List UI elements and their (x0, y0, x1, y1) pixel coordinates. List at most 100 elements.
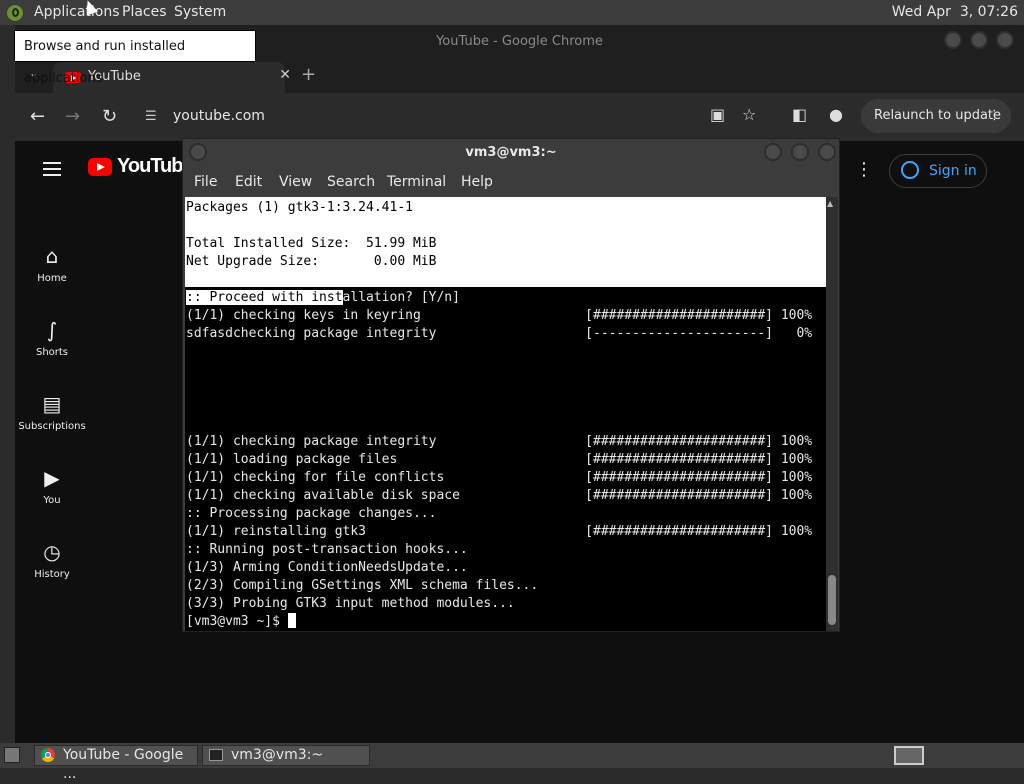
terminal-window: vm3@vm3:~ File Edit View Search Terminal… (182, 138, 840, 632)
terminal-menu-view[interactable]: View (279, 174, 312, 190)
chrome-icon (41, 748, 55, 762)
terminal-line (186, 415, 812, 433)
site-info-icon[interactable]: ☰ (145, 109, 157, 124)
workspace-switcher[interactable] (894, 746, 924, 765)
sidebar-item-shorts[interactable]: ∫ Shorts (15, 319, 89, 358)
terminal-line (186, 343, 812, 361)
terminal-titlebar: vm3@vm3:~ (183, 139, 839, 167)
chrome-menu-icon[interactable]: ⋮ (988, 99, 1001, 133)
back-arrow-icon[interactable]: ← (30, 106, 45, 127)
maximize-icon[interactable] (970, 31, 988, 49)
text-cursor (287, 613, 296, 628)
terminal-line (186, 217, 812, 235)
chrome-toolbar: ← → ↻ ☰ youtube.com ▣ ☆ ◧ ● Relaunch to … (15, 93, 1024, 141)
show-desktop-icon[interactable] (4, 747, 20, 763)
applications-tooltip: Browse and run installed applications (14, 30, 256, 86)
terminal-lines: Packages (1) gtk3-1:3.24.41-1 Total Inst… (186, 199, 812, 631)
sidebar-item-label: You (43, 495, 61, 506)
terminal-menu-terminal[interactable]: Terminal (387, 174, 446, 190)
minimize-icon[interactable] (944, 31, 962, 49)
scrollbar-thumb[interactable] (828, 575, 836, 625)
shorts-icon: ∫ (46, 318, 58, 342)
terminal-menu-edit[interactable]: Edit (235, 174, 262, 190)
selected-text: :: Proceed with inst (186, 290, 343, 305)
sign-in-label: Sign in (929, 163, 977, 179)
clock[interactable]: Wed Apr 3, 07:26 (892, 4, 1018, 20)
distro-logo-icon[interactable] (6, 4, 24, 22)
terminal-output[interactable]: Packages (1) gtk3-1:3.24.41-1 Total Inst… (185, 197, 826, 631)
terminal-line (186, 361, 812, 379)
terminal-window-menu-icon[interactable] (189, 143, 207, 161)
url-text[interactable]: youtube.com (173, 108, 265, 124)
terminal-line (186, 271, 812, 289)
sidebar-item-home[interactable]: ⌂ Home (15, 245, 89, 284)
terminal-line (186, 397, 812, 415)
terminal-title: vm3@vm3:~ (465, 145, 557, 160)
relaunch-label: Relaunch to update (874, 108, 1002, 123)
you-icon: ▶ (44, 466, 60, 490)
sidebar-item-history[interactable]: ◷ History (15, 541, 89, 580)
home-icon: ⌂ (45, 244, 59, 268)
applications-menu[interactable]: Applications (34, 4, 120, 20)
terminal-prompt-line[interactable]: [vm3@vm3 ~]$ (186, 613, 812, 631)
taskbar-item-label: YouTube - Google ... (63, 747, 184, 782)
relaunch-to-update-button[interactable]: Relaunch to update ⋮ (861, 99, 1011, 133)
terminal-line: Packages (1) gtk3-1:3.24.41-1 (186, 200, 413, 215)
guide-menu-icon[interactable] (43, 162, 61, 164)
scroll-up-arrow-icon[interactable]: ▲ (827, 199, 833, 208)
terminal-menubar: File Edit View Search Terminal Help (183, 167, 839, 197)
sidebar-item-label: Subscriptions (18, 421, 86, 432)
terminal-minimize-icon[interactable] (764, 143, 782, 161)
sidebar-item-you[interactable]: ▶ You (15, 467, 89, 506)
terminal-line: Net Upgrade Size: 0.00 MiB (186, 254, 437, 269)
install-app-icon[interactable]: ▣ (710, 105, 725, 124)
taskbar-item-chrome[interactable]: YouTube - Google ... (34, 745, 198, 782)
terminal-menu-help[interactable]: Help (461, 174, 493, 190)
terminal-line: (1/3) Arming ConditionNeedsUpdate... (186, 560, 468, 575)
sidebar-item-subscriptions[interactable]: ▤ Subscriptions (15, 393, 89, 432)
new-tab-plus-icon[interactable]: + (301, 64, 316, 85)
tab-close-icon[interactable]: ✕ (279, 67, 291, 83)
terminal-scrollbar[interactable]: ▲ (826, 197, 838, 631)
profile-icon[interactable]: ● (829, 105, 843, 124)
bookmark-star-icon[interactable]: ☆ (742, 105, 756, 124)
terminal-line: sdfasdchecking package integrity [------… (186, 326, 813, 341)
terminal-icon (209, 749, 223, 761)
side-panel-icon[interactable]: ◧ (792, 105, 807, 124)
terminal-line: (1/1) checking for file conflicts [#####… (186, 470, 813, 485)
sidebar-item-label: History (34, 569, 70, 580)
account-icon (901, 161, 919, 179)
system-menu[interactable]: System (174, 4, 226, 20)
terminal-line: (1/1) checking available disk space [###… (186, 488, 813, 503)
terminal-line: (1/1) checking keys in keyring [########… (186, 308, 813, 323)
terminal-line-proceed: :: Proceed with installation? [Y/n] (186, 289, 812, 307)
terminal-line: :: Running post-transaction hooks... (186, 542, 468, 557)
terminal-menu-file[interactable]: File (194, 174, 217, 190)
settings-more-icon[interactable]: ⋮ (855, 159, 873, 180)
terminal-line: (2/3) Compiling GSettings XML schema fil… (186, 578, 539, 593)
terminal-line: (1/1) reinstalling gtk3 [###############… (186, 524, 813, 539)
sidebar-item-label: Shorts (35, 347, 69, 358)
terminal-line: :: Processing package changes... (186, 506, 437, 521)
terminal-maximize-icon[interactable] (791, 143, 809, 161)
reload-icon[interactable]: ↻ (102, 106, 117, 127)
sign-in-button[interactable]: Sign in (889, 154, 987, 188)
subscriptions-icon: ▤ (42, 392, 62, 416)
terminal-line: (1/1) checking package integrity [######… (186, 434, 813, 449)
terminal-menu-search[interactable]: Search (327, 174, 375, 190)
sidebar-item-label: Home (37, 273, 67, 284)
history-icon: ◷ (43, 540, 61, 564)
shell-prompt: [vm3@vm3 ~]$ (186, 614, 288, 629)
youtube-logo-icon[interactable] (88, 158, 112, 176)
terminal-close-icon[interactable] (818, 143, 836, 161)
places-menu[interactable]: Places (122, 4, 167, 20)
chrome-window-title: YouTube - Google Chrome (436, 34, 603, 49)
unselected-text: allation? [Y/n] (342, 290, 460, 305)
forward-arrow-icon[interactable]: → (65, 106, 80, 127)
taskbar-item-terminal[interactable]: vm3@vm3:~ (202, 745, 370, 766)
terminal-line (186, 379, 812, 397)
tab-strip: ⌄ YouTube ✕ + (15, 58, 1024, 93)
taskbar-item-label: vm3@vm3:~ (231, 747, 324, 763)
close-icon[interactable] (996, 31, 1014, 49)
address-bar[interactable]: ☰ youtube.com (137, 101, 837, 133)
